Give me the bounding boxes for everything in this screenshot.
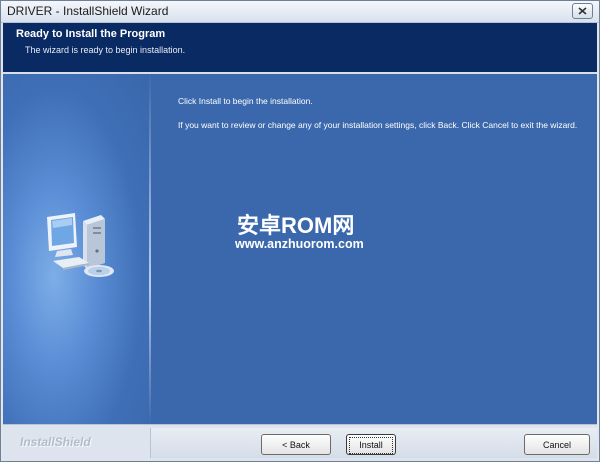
wizard-content: Click Install to begin the installation.…: [3, 74, 597, 424]
cancel-button[interactable]: Cancel: [524, 434, 590, 455]
installshield-brand: InstallShield: [20, 435, 91, 449]
button-bar: < Back Install Cancel: [150, 428, 597, 458]
installshield-window: DRIVER - InstallShield Wizard Ready to I…: [0, 0, 600, 462]
install-button[interactable]: Install: [346, 434, 396, 455]
computer-cd-icon: [47, 213, 114, 277]
watermark-url: www.anzhuorom.com: [235, 237, 364, 251]
watermark-text: 安卓ROM网: [237, 213, 355, 238]
back-button[interactable]: < Back: [261, 434, 331, 455]
left-panel: [3, 74, 149, 424]
close-button[interactable]: [572, 3, 593, 19]
install-button-label: Install: [349, 437, 393, 454]
window-title: DRIVER - InstallShield Wizard: [7, 4, 169, 18]
instruction-text: Click Install to begin the installation.: [178, 96, 313, 106]
wizard-header: Ready to Install the Program The wizard …: [3, 23, 597, 74]
header-subtitle: The wizard is ready to begin installatio…: [25, 45, 186, 55]
instruction-detail: If you want to review or change any of y…: [178, 120, 578, 130]
header-title: Ready to Install the Program: [16, 28, 166, 40]
close-icon: [578, 7, 587, 15]
wizard-footer: InstallShield < Back Install Cancel: [3, 424, 597, 461]
right-panel: Click Install to begin the installation.…: [151, 74, 597, 424]
title-bar[interactable]: DRIVER - InstallShield Wizard: [1, 1, 599, 23]
